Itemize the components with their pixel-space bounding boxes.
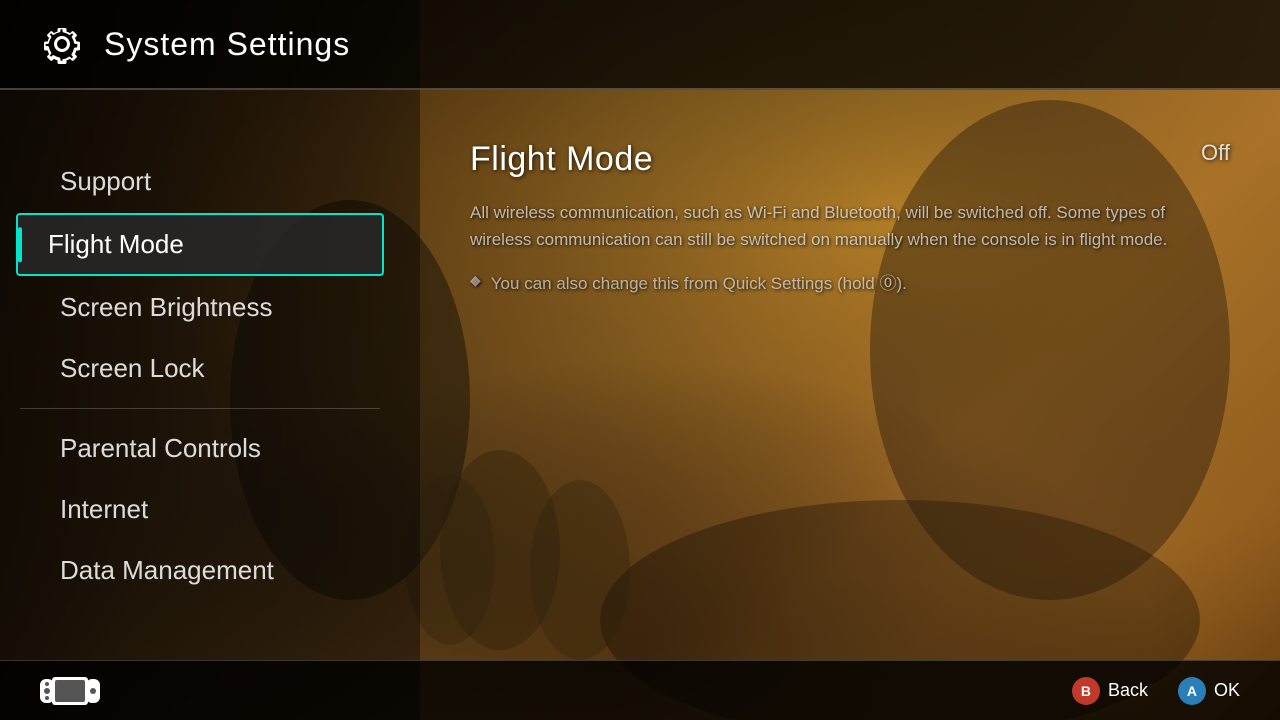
settings-gear-icon: [40, 22, 84, 66]
sidebar-divider-1: [20, 408, 380, 409]
main-content: Flight Mode Off All wireless communicati…: [420, 90, 1280, 660]
header: System Settings: [0, 0, 1280, 90]
back-button[interactable]: B Back: [1072, 677, 1148, 705]
tip-text: You can also change this from Quick Sett…: [491, 269, 907, 294]
content-tip: ◆ You can also change this from Quick Se…: [470, 269, 1230, 294]
ok-label: OK: [1214, 680, 1240, 701]
sidebar-item-screen-lock[interactable]: Screen Lock: [20, 339, 380, 398]
sidebar-item-screen-brightness[interactable]: Screen Brightness: [20, 278, 380, 337]
page-title: System Settings: [104, 26, 350, 63]
content-status: Off: [1201, 140, 1230, 166]
tip-diamond-icon: ◆: [470, 272, 481, 289]
footer: B Back A OK: [0, 660, 1280, 720]
console-icon: [40, 675, 100, 707]
content-title: Flight Mode: [470, 140, 653, 179]
sidebar-item-data-management[interactable]: Data Management: [20, 541, 380, 600]
sidebar-item-support[interactable]: Support: [20, 152, 380, 211]
content-description: All wireless communication, such as Wi-F…: [470, 199, 1170, 253]
console-icon-area: [40, 675, 100, 707]
footer-buttons: B Back A OK: [1072, 677, 1240, 705]
back-label: Back: [1108, 680, 1148, 701]
sidebar-item-parental-controls[interactable]: Parental Controls: [20, 419, 380, 478]
sidebar: Support Flight Mode Screen Brightness Sc…: [0, 90, 400, 660]
sidebar-item-flight-mode[interactable]: Flight Mode: [16, 213, 384, 276]
b-button-icon: B: [1072, 677, 1100, 705]
a-button-icon: A: [1178, 677, 1206, 705]
sidebar-item-internet[interactable]: Internet: [20, 480, 380, 539]
content-header: Flight Mode Off: [470, 140, 1230, 179]
ok-button[interactable]: A OK: [1178, 677, 1240, 705]
